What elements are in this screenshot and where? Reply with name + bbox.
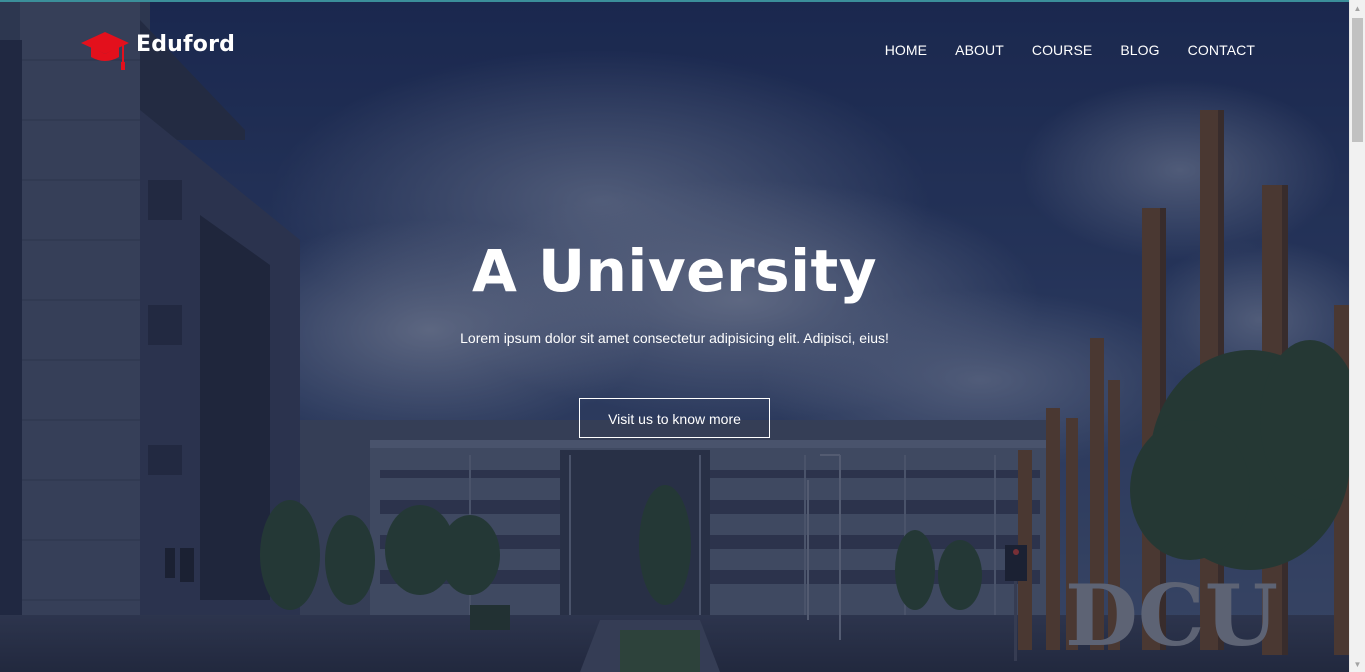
logo-link[interactable]: Eduford [80,28,235,72]
nav-contact[interactable]: CONTACT [1188,42,1255,58]
triangle-up-icon[interactable]: ▲ [1350,0,1365,16]
hero-subtitle: Lorem ipsum dolor sit amet consectetur a… [460,330,889,346]
brand-name: Eduford [136,31,236,57]
top-border [0,0,1365,2]
visit-us-button[interactable]: Visit us to know more [579,398,770,438]
triangle-down-icon[interactable]: ▼ [1350,656,1365,672]
site-header: Eduford HOME ABOUT COURSE BLOG CONTACT [0,0,1349,100]
main-nav: HOME ABOUT COURSE BLOG CONTACT [857,42,1255,58]
graduation-cap-icon [81,32,129,70]
nav-blog[interactable]: BLOG [1120,42,1159,58]
scrollbar-thumb[interactable] [1352,18,1363,142]
nav-course[interactable]: COURSE [1032,42,1093,58]
page: DCU Eduford HOME ABOUT COURSE BLOG CONTA… [0,0,1365,672]
nav-home[interactable]: HOME [885,42,927,58]
nav-about[interactable]: ABOUT [955,42,1004,58]
hero-title: A University [471,237,878,305]
vertical-scrollbar[interactable]: ▲ ▼ [1349,0,1365,672]
hero-section: A University Lorem ipsum dolor sit amet … [0,230,1349,438]
